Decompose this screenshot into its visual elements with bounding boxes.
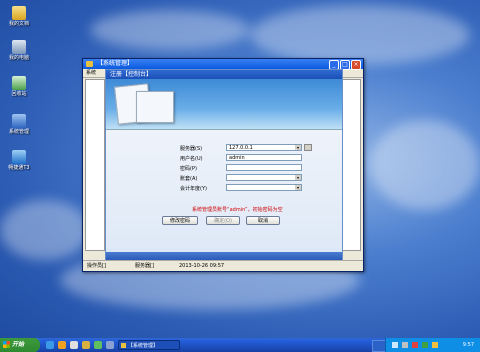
side-panel-left xyxy=(85,79,105,251)
taskbar-item-system-admin[interactable]: 【系统管理】 xyxy=(118,340,180,350)
status-operator: 操作员[] xyxy=(87,263,106,269)
login-dialog: 注册【控制台】 服务器(S) 127.0.0.1 ▾ 用户名(U) admin … xyxy=(105,69,343,261)
account-label: 账套(A) xyxy=(180,176,198,182)
desktop-icon-label: 系统管理 xyxy=(8,129,29,135)
dialog-titlebar[interactable]: 注册【控制台】 xyxy=(106,70,342,79)
menu-item-system[interactable]: 系统 xyxy=(86,70,96,76)
status-datetime: 2013-10-26 09:57 xyxy=(179,263,225,269)
ok-button[interactable]: 确定(O) xyxy=(206,216,240,225)
username-input[interactable]: admin xyxy=(226,154,302,161)
quicklaunch-app-icon[interactable] xyxy=(94,341,102,349)
system-admin-window: 【系统管理】 _ □ × 系统 注册【控制台】 服务器(S) 127.0.0.1… xyxy=(82,58,364,272)
wallpaper-cloud xyxy=(370,120,480,210)
system-tray: 9:57 xyxy=(385,338,480,352)
server-select[interactable]: 127.0.0.1 ▾ xyxy=(226,144,302,151)
quicklaunch-app-icon[interactable] xyxy=(106,341,114,349)
start-button[interactable]: 开始 xyxy=(0,338,40,352)
t3-app-icon xyxy=(12,150,26,164)
login-form: 服务器(S) 127.0.0.1 ▾ 用户名(U) admin 密码(P) 账套… xyxy=(106,130,342,248)
taskbar: 开始 【系统管理】 9:57 xyxy=(0,338,480,352)
desktop-icon-my-documents[interactable]: 我的文档 xyxy=(4,6,34,27)
chevron-down-icon: ▾ xyxy=(295,185,301,190)
tray-network-icon[interactable] xyxy=(392,342,398,348)
status-bar: 操作员[] 服务器[] 2013-10-26 09:57 xyxy=(83,260,363,271)
tray-app-icon[interactable] xyxy=(422,342,428,348)
cancel-button[interactable]: 取消 xyxy=(246,216,280,225)
year-select[interactable]: ▾ xyxy=(226,184,302,191)
close-button[interactable]: × xyxy=(351,60,361,70)
side-panel-right xyxy=(341,79,361,251)
language-bar[interactable] xyxy=(372,340,386,352)
document-illustration-icon xyxy=(136,91,174,123)
window-title: 【系统管理】 xyxy=(97,60,134,67)
year-label: 会计年度(Y) xyxy=(180,186,207,192)
server-browse-button[interactable] xyxy=(304,144,312,151)
desktop-icon-system-admin[interactable]: 系统管理 xyxy=(4,114,34,135)
taskbar-item-label: 【系统管理】 xyxy=(128,343,159,349)
password-label: 密码(P) xyxy=(180,166,197,172)
wallpaper-cloud xyxy=(90,10,250,50)
start-label: 开始 xyxy=(12,341,25,348)
wallpaper-cloud xyxy=(250,5,470,65)
desktop-icon-label: 我的电脑 xyxy=(8,55,29,61)
chevron-down-icon: ▾ xyxy=(295,175,301,180)
window-titlebar[interactable]: 【系统管理】 _ □ × xyxy=(83,59,363,70)
desktop-icon-recycle-bin[interactable]: 回收站 xyxy=(4,76,34,97)
quicklaunch-browser-icon[interactable] xyxy=(70,341,78,349)
chevron-down-icon: ▾ xyxy=(295,145,301,150)
password-input[interactable] xyxy=(226,164,302,171)
desktop-icon-label: 回收站 xyxy=(11,91,27,97)
quicklaunch-media-icon[interactable] xyxy=(58,341,66,349)
account-select[interactable]: ▾ xyxy=(226,174,302,181)
desktop-icon-my-computer[interactable]: 我的电脑 xyxy=(4,40,34,61)
system-admin-icon xyxy=(12,114,26,128)
server-label: 服务器(S) xyxy=(180,146,203,152)
my-documents-icon xyxy=(12,6,26,20)
dialog-banner xyxy=(106,79,342,130)
dialog-title: 注册【控制台】 xyxy=(110,71,153,78)
wallpaper-cloud xyxy=(0,200,90,260)
task-app-icon xyxy=(121,343,126,348)
tray-security-icon[interactable] xyxy=(412,342,418,348)
tray-app-icon[interactable] xyxy=(432,342,438,348)
quicklaunch-folder-icon[interactable] xyxy=(82,341,90,349)
dialog-bottom-bar xyxy=(106,252,342,260)
status-server: 服务器[] xyxy=(135,263,154,269)
desktop-icon-t3[interactable]: 畅捷通T3 xyxy=(4,150,34,171)
username-label: 用户名(U) xyxy=(180,156,203,162)
desktop-icon-label: 我的文档 xyxy=(8,21,29,27)
server-value: 127.0.0.1 xyxy=(229,145,253,151)
desktop-icon-label: 畅捷通T3 xyxy=(8,165,30,171)
tray-clock[interactable]: 9:57 xyxy=(463,338,474,352)
tray-volume-icon[interactable] xyxy=(402,342,408,348)
my-computer-icon xyxy=(12,40,26,54)
app-icon xyxy=(86,61,93,67)
change-password-button[interactable]: 修改密码 xyxy=(162,216,198,225)
quicklaunch-ie-icon[interactable] xyxy=(46,341,54,349)
recycle-bin-icon xyxy=(12,76,26,90)
windows-logo-icon xyxy=(3,341,10,348)
admin-hint-text: 系统管理员账号“admin”，初始密码为空 xyxy=(192,207,283,213)
